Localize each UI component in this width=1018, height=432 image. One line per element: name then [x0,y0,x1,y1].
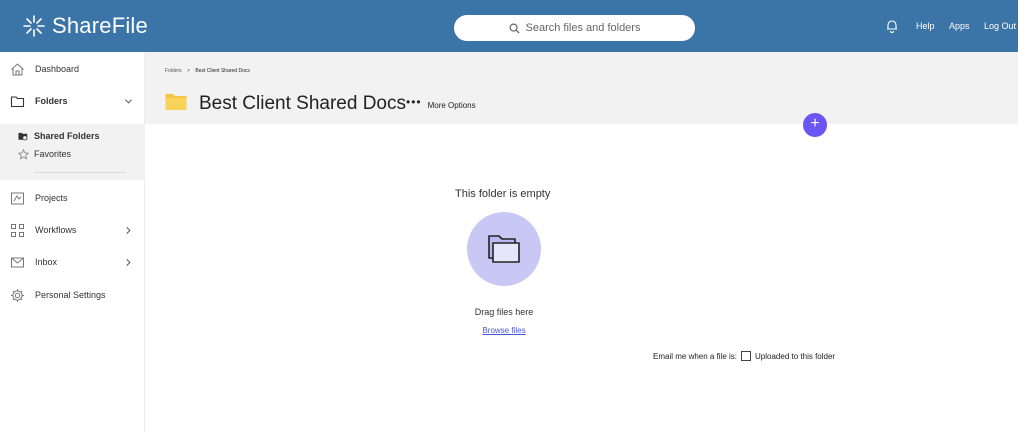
sidebar-label-personal-settings: Personal Settings [35,290,106,300]
sidebar-label-favorites: Favorites [34,149,72,159]
uploaded-checkbox[interactable] [741,351,752,361]
search-icon [509,23,520,34]
empty-folder-message: This folder is empty [455,188,551,200]
sidebar-divider [34,172,126,173]
chevron-right-icon[interactable] [124,226,133,235]
sidebar-label-dashboard: Dashboard [35,64,80,74]
folder-icon [165,94,187,110]
search-placeholder: Search files and folders [525,22,641,34]
sidebar-item-projects[interactable]: Projects [0,184,145,212]
sidebar-label-projects: Projects [35,193,68,203]
sidebar-item-favorites[interactable]: Favorites [0,145,145,163]
more-options-button[interactable]: ••• More Options [406,95,476,112]
add-button[interactable]: + [803,113,827,137]
inbox-mail-icon [11,257,24,267]
workflows-icon [11,223,24,237]
sidebar-label-folders: Folders [35,96,68,106]
help-link[interactable]: Help [916,21,935,31]
sidebar-label-inbox: Inbox [35,257,58,267]
folder-header: Folders > Best Client Shared Docs Best C… [145,52,1018,124]
logo-text: ShareFile [52,13,148,38]
sidebar-item-folders[interactable]: Folders [0,87,145,115]
sidebar: Dashboard Folders Shared Folders Favorit… [0,52,145,432]
page-title: Best Client Shared Docs [199,93,406,114]
open-folder-icon [488,235,520,263]
sidebar-item-shared-folders[interactable]: Shared Folders [0,127,145,145]
more-dots-icon: ••• [406,95,422,109]
browse-files-link[interactable]: Browse files [470,326,538,335]
sidebar-item-personal-settings[interactable]: Personal Settings [0,281,145,309]
sidebar-item-dashboard[interactable]: Dashboard [0,55,145,83]
email-notify-row: Email me when a file is: Uploaded to thi… [653,351,835,361]
breadcrumb-separator: > [187,68,190,74]
breadcrumb: Folders > Best Client Shared Docs [165,68,250,74]
top-bar: ShareFile Search files and folders Help … [0,0,1018,52]
chevron-right-icon[interactable] [124,258,133,267]
notifications-bell-icon[interactable] [885,19,899,33]
gear-icon [11,288,24,302]
apps-link[interactable]: Apps [949,21,970,31]
sharefile-logo-icon [23,15,45,37]
sidebar-label-workflows: Workflows [35,225,77,235]
uploaded-option-label[interactable]: Uploaded to this folder [755,352,835,361]
sharefile-logo[interactable]: ShareFile [22,12,148,40]
breadcrumb-current: Best Client Shared Docs [195,68,250,74]
shared-folder-icon [18,132,28,140]
breadcrumb-folders-link[interactable]: Folders [165,68,182,74]
chevron-down-icon[interactable] [124,97,133,106]
sidebar-item-inbox[interactable]: Inbox [0,248,145,276]
projects-icon [11,192,24,204]
email-notify-label: Email me when a file is: [653,351,738,361]
logout-link[interactable]: Log Out [984,21,1016,31]
folder-outline-icon [10,95,25,107]
search-input[interactable]: Search files and folders [454,15,695,41]
more-options-label: More Options [427,100,476,110]
star-icon [18,148,29,159]
sidebar-label-shared-folders: Shared Folders [34,131,100,141]
sidebar-item-workflows[interactable]: Workflows [0,216,145,244]
empty-folder-illustration [467,212,541,286]
home-icon [11,62,24,75]
drag-files-text: Drag files here [474,307,534,317]
